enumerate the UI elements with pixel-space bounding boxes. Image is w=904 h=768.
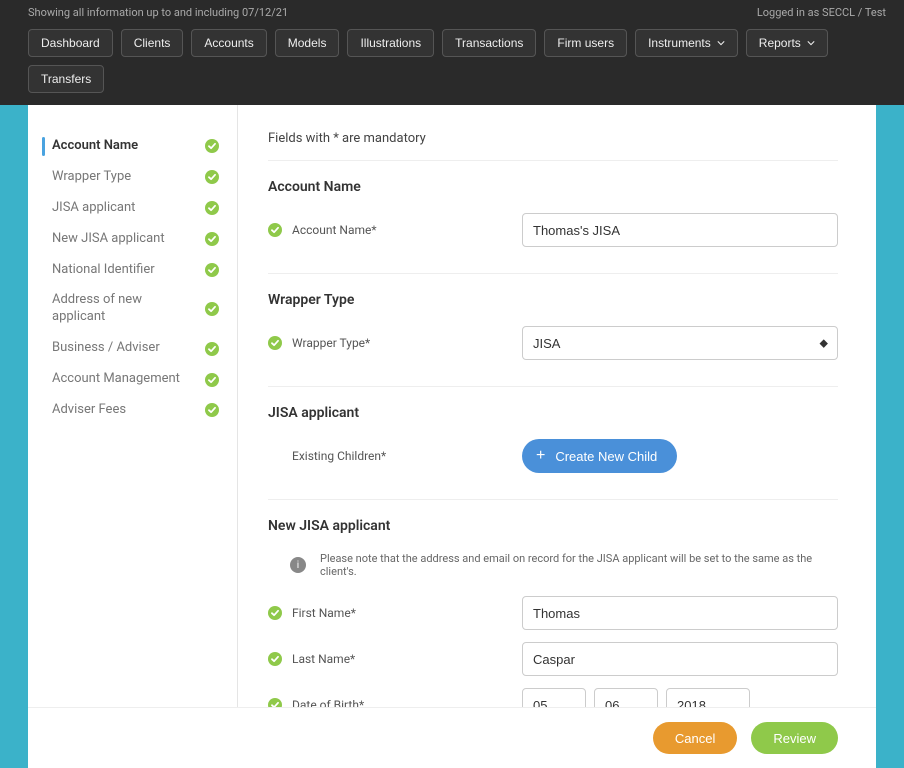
nav-dashboard[interactable]: Dashboard [28,29,113,57]
login-status-text: Logged in as SECCL / Test [757,6,886,19]
sidebar-item-business-adviser[interactable]: Business / Adviser [28,333,237,364]
account-name-label: Account Name* [292,223,512,237]
dob-month-input[interactable] [594,688,658,707]
review-button[interactable]: Review [751,722,838,754]
account-name-input[interactable] [522,213,838,247]
sidebar-item-jisa-applicant[interactable]: JISA applicant [28,193,237,224]
first-name-label: First Name* [292,606,512,620]
cancel-button[interactable]: Cancel [653,722,737,754]
sidebar: Account Name Wrapper Type JISA applicant… [28,105,238,707]
dob-year-input[interactable] [666,688,750,707]
nav-accounts[interactable]: Accounts [191,29,266,57]
check-icon [205,302,219,316]
topbar: Showing all information up to and includ… [0,0,904,19]
nav-transfers[interactable]: Transfers [28,65,104,93]
check-icon [205,342,219,356]
check-icon [205,263,219,277]
wrapper-type-label: Wrapper Type* [292,336,512,350]
plus-icon: + [536,448,545,464]
nav-illustrations[interactable]: Illustrations [347,29,434,57]
section-heading: Account Name [268,179,838,195]
sidebar-item-national-identifier[interactable]: National Identifier [28,255,237,286]
section-heading: New JISA applicant [268,518,838,534]
section-heading: JISA applicant [268,405,838,421]
nav-clients[interactable]: Clients [121,29,184,57]
check-icon [205,201,219,215]
check-icon [205,403,219,417]
section-heading: Wrapper Type [268,292,838,308]
footer: Cancel Review [28,707,876,768]
first-name-input[interactable] [522,596,838,630]
info-icon: i [290,557,306,573]
sidebar-item-adviser-fees[interactable]: Adviser Fees [28,395,237,426]
check-icon [205,139,219,153]
check-icon [268,336,282,350]
section-new-jisa-applicant: New JISA applicant i Please note that th… [268,500,838,707]
check-icon [205,373,219,387]
navbar: Dashboard Clients Accounts Models Illust… [0,19,904,105]
sidebar-item-address[interactable]: Address of new applicant [28,285,237,333]
sidebar-item-wrapper-type[interactable]: Wrapper Type [28,162,237,193]
info-date-text: Showing all information up to and includ… [28,6,288,19]
chevron-down-icon [807,39,815,47]
nav-firm-users[interactable]: Firm users [544,29,627,57]
check-icon [268,223,282,237]
last-name-input[interactable] [522,642,838,676]
check-icon [268,698,282,707]
wrapper-type-select[interactable]: JISA [522,326,838,360]
nav-models[interactable]: Models [275,29,340,57]
nav-transactions[interactable]: Transactions [442,29,536,57]
chevron-down-icon [717,39,725,47]
nav-reports[interactable]: Reports [746,29,828,57]
section-jisa-applicant: JISA applicant Existing Children* + Crea… [268,387,838,500]
mandatory-note: Fields with * are mandatory [268,131,838,161]
existing-children-label: Existing Children* [292,449,512,463]
sidebar-item-new-jisa-applicant[interactable]: New JISA applicant [28,224,237,255]
check-icon [268,606,282,620]
create-new-child-button[interactable]: + Create New Child [522,439,677,473]
section-wrapper-type: Wrapper Type Wrapper Type* JISA ◆ [268,274,838,387]
nav-instruments[interactable]: Instruments [635,29,738,57]
sidebar-item-account-name[interactable]: Account Name [28,131,237,162]
check-icon [205,170,219,184]
main-form: Fields with * are mandatory Account Name… [238,105,876,707]
info-text: Please note that the address and email o… [320,552,838,578]
check-icon [268,652,282,666]
dob-label: Date of Birth* [292,698,512,707]
section-account-name: Account Name Account Name* [268,161,838,274]
last-name-label: Last Name* [292,652,512,666]
sidebar-item-account-management[interactable]: Account Management [28,364,237,395]
dob-day-input[interactable] [522,688,586,707]
check-icon [205,232,219,246]
